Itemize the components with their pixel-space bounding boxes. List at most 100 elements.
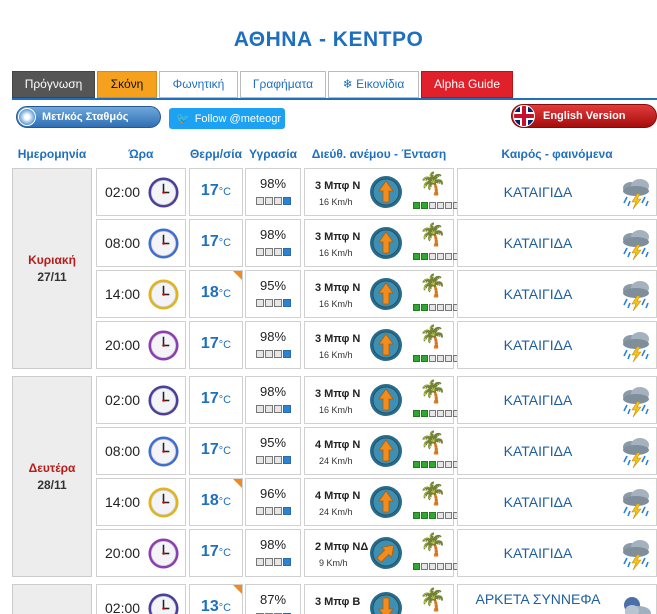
- wind-bar-segment: [413, 512, 420, 519]
- wind-direction-arrow-icon: [369, 536, 403, 570]
- wind-bar-segment: [429, 410, 436, 417]
- wind-bar-segment: [445, 461, 452, 468]
- station-button[interactable]: Μετ/κός Σταθμός: [16, 106, 161, 128]
- tab-voice[interactable]: Φωνητική: [159, 71, 238, 98]
- humidity-bar-segment: [265, 248, 273, 256]
- wind-bar-segment: [445, 563, 452, 570]
- humidity-value: 95%: [259, 435, 287, 450]
- wind-strength-bar: [413, 304, 460, 311]
- humidity-bar-segment: [283, 507, 291, 515]
- column-header-weather: Καιρός - φαινόμενα: [501, 147, 613, 161]
- humidity-bar-segment: [256, 405, 264, 413]
- humidity-bar-segment: [265, 197, 273, 205]
- temperature-value: 17°C: [190, 543, 242, 561]
- wind-strength-bar: [413, 563, 460, 570]
- temperature-unit: °C: [218, 445, 232, 457]
- thunderstorm-icon: [618, 226, 654, 262]
- temperature-unit: °C: [218, 394, 232, 406]
- temperature-value: 18°C: [190, 492, 242, 510]
- wind-beaufort: 3 Μπφ Ν: [315, 231, 361, 243]
- wind-bar-segment: [429, 563, 436, 570]
- palm-tree-icon: 🌴: [419, 171, 447, 196]
- wind-bar-segment: [437, 563, 444, 570]
- temp-cell: 18°C: [189, 270, 243, 318]
- weather-condition: ΚΑΤΑΙΓΙΔΑ: [503, 494, 573, 510]
- wind-cell: 3 Μπφ Ν 16 Km/h 🌴: [304, 219, 460, 267]
- tab-alpha-guide[interactable]: Alpha Guide: [421, 71, 513, 98]
- humidity-bar-segment: [274, 299, 282, 307]
- temp-cell: 17°C: [189, 219, 243, 267]
- time-cell: 20:00: [96, 529, 186, 577]
- temp-cell: 18°C: [189, 478, 243, 526]
- wind-bar-segment: [421, 253, 428, 260]
- humidity-bar-segment: [274, 507, 282, 515]
- humidity-cell: 98%: [245, 219, 301, 267]
- humidity-bar-segment: [283, 456, 291, 464]
- tab-charts[interactable]: Γραφήματα: [240, 71, 326, 98]
- wind-cell: 3 Μπφ Ν 16 Km/h 🌴: [304, 321, 460, 369]
- wind-strength-bar: [413, 410, 460, 417]
- page-title: ΑΘΗΝΑ - ΚΕΝΤΡΟ: [233, 28, 424, 51]
- humidity-cell: 98%: [245, 321, 301, 369]
- wind-beaufort: 4 Μπφ Ν: [315, 439, 361, 451]
- palm-tree-icon: 🌴: [419, 532, 447, 557]
- weather-cell: ΚΑΤΑΙΓΙΔΑ: [457, 376, 657, 424]
- uk-flag-icon: [513, 105, 535, 127]
- clock-icon: [147, 435, 180, 468]
- weather-condition: ΚΑΤΑΙΓΙΔΑ: [503, 392, 573, 408]
- humidity-cell: 98%: [245, 168, 301, 216]
- wind-strength-bar: [413, 355, 460, 362]
- temp-cell: 17°C: [189, 427, 243, 475]
- wind-speed: 16 Km/h: [319, 405, 353, 415]
- weather-cell: ΚΑΤΑΙΓΙΔΑ: [457, 219, 657, 267]
- humidity-cell: 98%: [245, 376, 301, 424]
- tab-icons-label: Εικονίδια: [356, 77, 405, 91]
- day-name: Κυριακή: [28, 253, 76, 267]
- clock-icon: [147, 592, 180, 614]
- palm-tree-icon: 🌴: [419, 222, 447, 247]
- wind-bar-segment: [437, 355, 444, 362]
- palm-tree-icon: 🌴: [419, 587, 447, 612]
- thunderstorm-icon: [618, 328, 654, 364]
- wind-bar-segment: [413, 304, 420, 311]
- wind-direction-arrow-icon: [369, 175, 403, 209]
- station-button-label: Μετ/κός Σταθμός: [42, 111, 129, 123]
- weather-cell: ΚΑΤΑΙΓΙΔΑ: [457, 529, 657, 577]
- wind-bar-segment: [413, 410, 420, 417]
- humidity-bar-segment: [256, 299, 264, 307]
- time-cell: 02:00: [96, 376, 186, 424]
- weather-condition: ΚΑΤΑΙΓΙΔΑ: [503, 286, 573, 302]
- wind-bar-segment: [421, 304, 428, 311]
- max-temp-marker: [233, 479, 242, 488]
- wind-direction-arrow-icon: [369, 328, 403, 362]
- day-date: 28/11: [37, 478, 67, 492]
- humidity-cell: 87%: [245, 584, 301, 614]
- palm-tree-icon: 🌴: [419, 324, 447, 349]
- wind-speed: 9 Km/h: [319, 558, 348, 568]
- time-cell: 14:00: [96, 478, 186, 526]
- tab-dust[interactable]: Σκόνη: [97, 71, 157, 98]
- tab-icons[interactable]: ❄ Εικονίδια: [328, 71, 419, 98]
- english-version-button[interactable]: English Version: [511, 104, 657, 128]
- temperature-unit: °C: [218, 186, 232, 198]
- cloudy-night-icon: [618, 591, 654, 614]
- wind-bar-segment: [445, 410, 452, 417]
- wind-speed: 24 Km/h: [319, 507, 353, 517]
- column-header-date: Ημερομηνία: [17, 147, 87, 161]
- humidity-bar-segment: [265, 299, 273, 307]
- humidity-bar-segment: [283, 299, 291, 307]
- temperature-value: 17°C: [190, 441, 242, 459]
- palm-tree-icon: 🌴: [419, 273, 447, 298]
- tab-forecast[interactable]: Πρόγνωση: [12, 71, 95, 98]
- forecast-time: 08:00: [105, 235, 141, 251]
- snowflake-icon: ❄: [342, 77, 357, 91]
- wind-cell: 3 Μπφ Ν 16 Km/h 🌴: [304, 270, 460, 318]
- humidity-bar-segment: [283, 350, 291, 358]
- wind-bar-segment: [445, 355, 452, 362]
- follow-twitter-button[interactable]: 🐦 Follow @meteogr: [169, 108, 285, 129]
- wind-beaufort: 4 Μπφ Ν: [315, 490, 361, 502]
- humidity-value: 95%: [259, 278, 287, 293]
- wind-speed: 16 Km/h: [319, 299, 353, 309]
- weather-cell: ΚΑΤΑΙΓΙΔΑ: [457, 427, 657, 475]
- wind-cell: 2 Μπφ ΝΔ 9 Km/h 🌴: [304, 529, 460, 577]
